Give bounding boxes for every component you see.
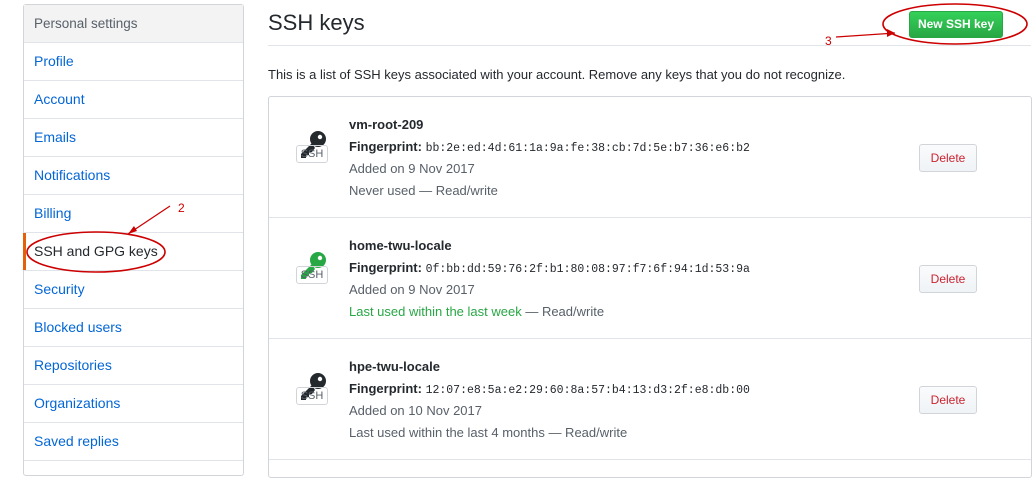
intro-text: This is a list of SSH keys associated wi… <box>268 67 846 82</box>
page-title: SSH keys <box>268 10 365 35</box>
ssh-keys-list: SSH vm-root-209 Fingerprint: bb:2e:ed:4d… <box>268 96 1032 478</box>
key-title: vm-root-209 <box>349 117 424 132</box>
fingerprint-value: 0f:bb:dd:59:76:2f:b1:80:08:97:f7:6f:94:1… <box>425 263 750 276</box>
settings-sidebar: Personal settings Profile Account Emails… <box>23 4 244 476</box>
key-usage-recent: Last used within the last week <box>349 304 522 319</box>
fingerprint-value: 12:07:e8:5a:e2:29:60:8a:57:b4:13:d3:2f:e… <box>425 384 750 397</box>
new-ssh-key-button[interactable]: New SSH key <box>909 11 1003 38</box>
ssh-badge: SSH <box>296 266 328 284</box>
sidebar-item-notifications[interactable]: Notifications <box>24 157 243 195</box>
delete-key-button[interactable]: Delete <box>919 386 977 414</box>
key-title: home-twu-locale <box>349 238 452 253</box>
fingerprint-label: Fingerprint: <box>349 381 422 396</box>
sidebar-item-ssh-gpg-keys[interactable]: SSH and GPG keys <box>23 233 243 271</box>
key-added-date: Added on 9 Nov 2017 <box>349 282 475 297</box>
key-added-date: Added on 10 Nov 2017 <box>349 403 482 418</box>
title-divider <box>268 45 1031 46</box>
sidebar-item-repositories[interactable]: Repositories <box>24 347 243 385</box>
sidebar-item-saved-replies[interactable]: Saved replies <box>24 423 243 461</box>
fingerprint-label: Fingerprint: <box>349 139 422 154</box>
ssh-badge: SSH <box>296 387 328 405</box>
key-usage-text: Last used within the last 4 months — Rea… <box>349 425 628 440</box>
sidebar-item-billing[interactable]: Billing <box>24 195 243 233</box>
annotation-label-2: 2 <box>178 201 185 215</box>
sidebar-header: Personal settings <box>24 5 243 43</box>
delete-key-button[interactable]: Delete <box>919 144 977 172</box>
sidebar-item-emails[interactable]: Emails <box>24 119 243 157</box>
sidebar-item-profile[interactable]: Profile <box>24 43 243 81</box>
list-item: SSH hpe-twu-locale Fingerprint: 12:07:e8… <box>269 339 1031 460</box>
annotation-label-3: 3 <box>825 34 832 48</box>
list-item: SSH vm-root-209 Fingerprint: bb:2e:ed:4d… <box>269 97 1031 218</box>
list-item: SSH home-twu-locale Fingerprint: 0f:bb:d… <box>269 218 1031 339</box>
sidebar-item-organizations[interactable]: Organizations <box>24 385 243 423</box>
key-title: hpe-twu-locale <box>349 359 441 374</box>
key-fingerprint: Fingerprint: bb:2e:ed:4d:61:1a:9a:fe:38:… <box>349 139 750 155</box>
sidebar-item-blocked-users[interactable]: Blocked users <box>24 309 243 347</box>
fingerprint-value: bb:2e:ed:4d:61:1a:9a:fe:38:cb:7d:5e:b7:3… <box>425 142 750 155</box>
annotation-arrowhead-3 <box>887 29 895 37</box>
key-usage: Never used — Read/write <box>349 183 498 198</box>
delete-key-button[interactable]: Delete <box>919 265 977 293</box>
fingerprint-label: Fingerprint: <box>349 260 422 275</box>
annotation-arrow-3 <box>835 32 896 38</box>
key-fingerprint: Fingerprint: 0f:bb:dd:59:76:2f:b1:80:08:… <box>349 260 750 276</box>
ssh-badge: SSH <box>296 145 328 163</box>
key-usage-text: — Read/write <box>521 304 605 319</box>
key-usage: Last used within the last 4 months — Rea… <box>349 425 627 440</box>
key-fingerprint: Fingerprint: 12:07:e8:5a:e2:29:60:8a:57:… <box>349 381 750 397</box>
sidebar-item-account[interactable]: Account <box>24 81 243 119</box>
key-usage: Last used within the last week — Read/wr… <box>349 304 604 319</box>
sidebar-item-security[interactable]: Security <box>24 271 243 309</box>
key-added-date: Added on 9 Nov 2017 <box>349 161 475 176</box>
key-usage-text: Never used — Read/write <box>349 183 498 198</box>
